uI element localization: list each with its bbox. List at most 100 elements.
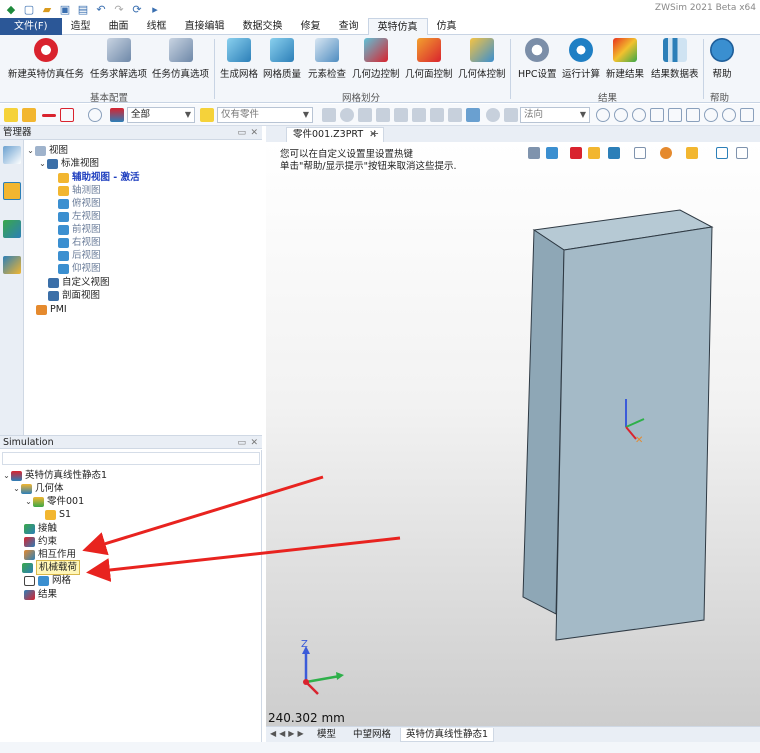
toolbar-icon[interactable]	[358, 108, 372, 122]
open-file-icon[interactable]: ▰	[40, 2, 54, 16]
circle-select-icon[interactable]	[88, 108, 102, 122]
pin-icon[interactable]: ▭	[237, 436, 246, 450]
help-button[interactable]: 帮助	[710, 38, 734, 80]
toolbar-icon[interactable]	[376, 108, 390, 122]
menu-tab-query[interactable]: 查询	[330, 18, 368, 35]
toolbar-icon[interactable]	[650, 108, 664, 122]
close-icon[interactable]: ✕	[250, 126, 258, 140]
simulation-search-bar[interactable]	[2, 452, 260, 465]
bottom-tab-model[interactable]: 模型	[312, 728, 341, 742]
collapse-chevron-icon[interactable]: ⌄	[26, 144, 35, 157]
undo-icon[interactable]: ↶	[94, 2, 108, 16]
new-simulation-task-button[interactable]: 新建英特仿真任务	[8, 38, 84, 80]
menu-tab-modeling[interactable]: 造型	[62, 18, 100, 35]
collapse-chevron-icon[interactable]: ⌄	[24, 495, 33, 508]
menu-tab-repair[interactable]: 修复	[292, 18, 330, 35]
toolbar-icon[interactable]	[668, 108, 682, 122]
part-manager-icon[interactable]	[3, 182, 21, 200]
close-icon[interactable]: ✕	[250, 436, 258, 450]
tree-item-constraints[interactable]: 约束	[24, 535, 57, 548]
mesh-quality-button[interactable]: 网格质量	[263, 38, 301, 80]
tree-item-custom-views[interactable]: 自定义视图	[48, 276, 110, 289]
toolbar-icon[interactable]	[722, 108, 736, 122]
menu-tab-direct-edit[interactable]: 直接编辑	[176, 18, 234, 35]
toolbar-icon[interactable]	[466, 108, 480, 122]
task-solve-options-button[interactable]: 任务求解选项	[90, 38, 147, 80]
toolbar-icon[interactable]	[632, 108, 646, 122]
part-filter-select[interactable]: 仅有零件 ▼	[217, 107, 313, 123]
new-file-icon[interactable]: ▢	[22, 2, 36, 16]
bottom-tab-static-study[interactable]: 英特仿真线性静态1	[400, 728, 495, 742]
tree-item-geometry[interactable]: ⌄ 几何体	[12, 482, 63, 495]
tree-item-results[interactable]: 结果	[24, 588, 57, 601]
tree-item-left-view[interactable]: 左视图	[58, 210, 101, 223]
run-icon[interactable]: ▸	[148, 2, 162, 16]
select-pointer-icon[interactable]	[4, 108, 18, 122]
toolbar-icon[interactable]	[412, 108, 426, 122]
toolbar-icon[interactable]	[504, 108, 518, 122]
pin-icon[interactable]: ▭	[237, 126, 246, 140]
task-simulation-options-button[interactable]: 任务仿真选项	[152, 38, 209, 80]
view-direction-select[interactable]: 法向 ▼	[520, 107, 590, 123]
tree-item-front-view[interactable]: 前视图	[58, 223, 101, 236]
tree-item-part[interactable]: ⌄ 零件001	[24, 495, 84, 508]
3d-viewport[interactable]: 您可以在自定义设置里设置热键 单击"帮助/显示提示"按钮来取消这些提示. ✕ Z…	[266, 142, 760, 726]
save-icon[interactable]: ▣	[58, 2, 72, 16]
part-filter-icon[interactable]	[200, 108, 214, 122]
result-data-table-button[interactable]: 结果数据表	[651, 38, 699, 80]
tab-nav-arrows-icon[interactable]: ◀◀▶▶	[270, 729, 307, 738]
print-icon[interactable]: ▤	[76, 2, 90, 16]
mesh-checkbox[interactable]	[24, 575, 35, 586]
collapse-chevron-icon[interactable]: ⌄	[2, 469, 11, 482]
menu-tab-data-exchange[interactable]: 数据交换	[234, 18, 292, 35]
redo-icon[interactable]: ↷	[112, 2, 126, 16]
tree-item-view[interactable]: ⌄ 视图	[26, 144, 68, 157]
menu-tab-surface[interactable]: 曲面	[100, 18, 138, 35]
tree-item-isometric-view[interactable]: 轴测图	[58, 184, 101, 197]
generate-mesh-button[interactable]: 生成网格	[220, 38, 258, 80]
menu-tab-wireframe[interactable]: 线框	[138, 18, 176, 35]
tree-item-mechanical-loads[interactable]: 机械载荷	[22, 560, 81, 575]
tree-item-simulation-study[interactable]: ⌄ 英特仿真线性静态1	[2, 469, 107, 482]
tree-item-auxiliary-view[interactable]: 辅助视图 - 激活	[58, 171, 140, 184]
tree-item-mesh[interactable]: 网格	[24, 574, 71, 587]
new-result-button[interactable]: 新建结果	[606, 38, 644, 80]
tree-item-right-view[interactable]: 右视图	[58, 236, 101, 249]
toolbar-icon[interactable]	[596, 108, 610, 122]
layer-manager-icon[interactable]	[3, 220, 21, 238]
toolbar-icon[interactable]	[448, 108, 462, 122]
line-icon[interactable]	[42, 114, 56, 117]
menu-tab-intesim[interactable]: 英特仿真	[367, 18, 428, 36]
edge-control-button[interactable]: 几何边控制	[352, 38, 400, 80]
toolbar-icon[interactable]	[704, 108, 718, 122]
tree-item-back-view[interactable]: 后视图	[58, 249, 101, 262]
rebuild-icon[interactable]: ⟳	[130, 2, 144, 16]
tree-item-top-view[interactable]: 俯视图	[58, 197, 101, 210]
run-calculation-button[interactable]: 运行计算	[562, 38, 600, 80]
toolbar-icon[interactable]	[486, 108, 500, 122]
menu-tab-simulation[interactable]: 仿真	[428, 18, 466, 35]
body-control-button[interactable]: 几何体控制	[458, 38, 506, 80]
collapse-chevron-icon[interactable]: ⌄	[38, 157, 47, 170]
toolbar-icon[interactable]	[340, 108, 354, 122]
toolbar-icon[interactable]	[614, 108, 628, 122]
toolbar-icon[interactable]	[394, 108, 408, 122]
add-tab-icon[interactable]: +	[370, 127, 379, 140]
tree-item-pmi[interactable]: PMI	[36, 303, 67, 316]
tree-item-contact[interactable]: 接触	[24, 522, 57, 535]
tree-item-bottom-view[interactable]: 仰视图	[58, 262, 101, 275]
hpc-settings-button[interactable]: HPC设置	[518, 38, 557, 80]
menu-tab-file[interactable]: 文件(F)	[0, 18, 62, 35]
collapse-chevron-icon[interactable]: ⌄	[12, 482, 21, 495]
user-manager-icon[interactable]	[3, 256, 21, 274]
toolbar-icon[interactable]	[686, 108, 700, 122]
toolbar-icon[interactable]	[740, 108, 754, 122]
view-manager-icon[interactable]	[3, 146, 21, 164]
face-control-button[interactable]: 几何面控制	[405, 38, 453, 80]
element-check-button[interactable]: 元素检查	[308, 38, 346, 80]
box-select-icon[interactable]	[60, 108, 74, 122]
filter-select[interactable]: 全部 ▼	[127, 107, 195, 123]
filter-icon[interactable]	[110, 108, 124, 122]
toolbar-icon[interactable]	[322, 108, 336, 122]
pick-filter-icon[interactable]	[22, 108, 36, 122]
